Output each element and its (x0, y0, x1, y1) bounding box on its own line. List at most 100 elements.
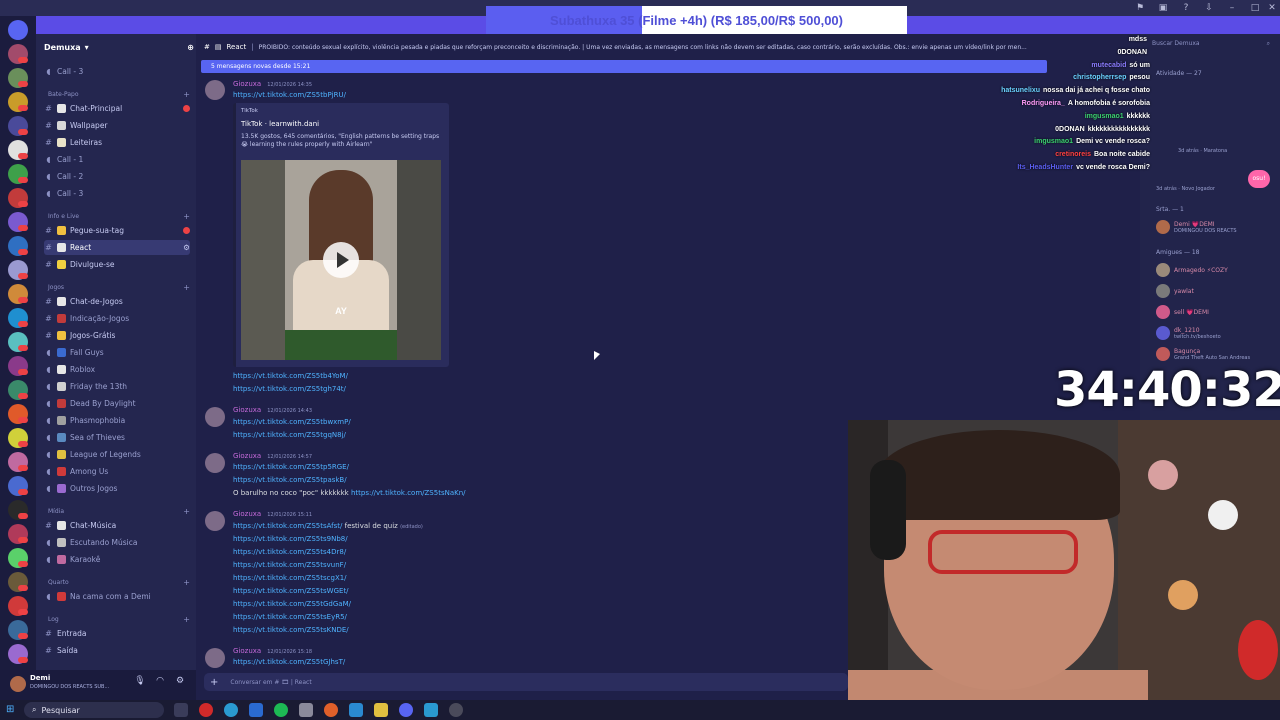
play-icon[interactable] (323, 242, 359, 278)
server-icon[interactable] (8, 212, 28, 232)
task-view-icon[interactable] (174, 703, 188, 717)
discord-icon[interactable] (399, 703, 413, 717)
folder-icon[interactable] (374, 703, 388, 717)
voice-channel[interactable]: ◖ Among Us (44, 464, 190, 479)
text-channel[interactable]: # Divulgue-se (44, 257, 190, 272)
server-icon[interactable] (8, 236, 28, 256)
text-channel[interactable]: # Entrada (44, 626, 190, 641)
member-item[interactable]: Demi 💗DEMI DOMINGOU DOS REACTS (1156, 219, 1274, 235)
taskbar-search[interactable]: ⌕ Pesquisar (24, 702, 164, 718)
add-channel-icon[interactable]: + (183, 90, 190, 99)
server-icon[interactable] (8, 572, 28, 592)
pin-icon[interactable]: ⚑ (1134, 2, 1146, 14)
opera-icon[interactable] (199, 703, 213, 717)
settings-icon[interactable]: ⚙ (174, 676, 186, 688)
inbox-icon[interactable]: ▣ (1157, 2, 1169, 14)
server-icon[interactable] (8, 620, 28, 640)
close-icon[interactable]: ✕ (1266, 2, 1278, 14)
new-messages-banner[interactable]: 5 mensagens novas desde 15:21 (201, 60, 1047, 73)
voice-channel[interactable]: ◖ Call - 3 (44, 186, 190, 201)
text-channel[interactable]: # Pegue-sua-tag (44, 223, 190, 238)
category-header[interactable]: Info e Live + (48, 211, 190, 221)
obs-icon[interactable] (449, 703, 463, 717)
mic-icon[interactable]: 🎙 (134, 676, 146, 688)
server-icon[interactable] (8, 476, 28, 496)
app-icon[interactable] (249, 703, 263, 717)
server-icon[interactable] (8, 524, 28, 544)
app-icon[interactable] (299, 703, 313, 717)
message-link[interactable]: https://vt.tiktok.com/ZS5ts9Nb8/ (233, 535, 348, 543)
add-channel-icon[interactable]: + (183, 615, 190, 624)
voice-channel[interactable]: ◖ Escutando Música (44, 535, 190, 550)
add-channel-icon[interactable]: + (183, 578, 190, 587)
server-icon[interactable] (8, 500, 28, 520)
avatar[interactable] (205, 453, 225, 473)
message-link[interactable]: https://vt.tiktok.com/ZS5tsNaKn/ (351, 489, 466, 497)
text-channel[interactable]: # Jogos-Grátis (44, 328, 190, 343)
message-link[interactable]: https://vt.tiktok.com/ZS5tb4YoM/ (233, 372, 348, 380)
member-item[interactable]: Armagedo ⚡COZY (1156, 262, 1274, 278)
server-icon[interactable] (8, 284, 28, 304)
headphones-icon[interactable]: ◠ (154, 676, 166, 688)
search-input[interactable]: Buscar Demuxa ⌕ (1152, 40, 1274, 53)
message-input[interactable]: + Conversar em # 🎞 | React (204, 673, 848, 691)
category-header[interactable]: Mídia + (48, 506, 190, 516)
voice-channel[interactable]: ◖ Sea of Thieves (44, 430, 190, 445)
firefox-icon[interactable] (324, 703, 338, 717)
member-item[interactable]: sell 💗DEMI (1156, 304, 1274, 320)
server-icon[interactable] (8, 44, 28, 64)
avatar[interactable] (205, 648, 225, 668)
category-header[interactable]: Log + (48, 614, 190, 624)
help-icon[interactable]: ? (1180, 2, 1192, 14)
server-icon[interactable] (8, 380, 28, 400)
minimize-icon[interactable]: – (1226, 2, 1238, 14)
text-channel[interactable]: # Chat-Música (44, 518, 190, 533)
server-icon[interactable] (8, 92, 28, 112)
avatar[interactable] (205, 511, 225, 531)
voice-channel[interactable]: ◖ Call - 2 (44, 169, 190, 184)
member-item[interactable]: yawlat (1156, 283, 1274, 299)
voice-channel[interactable]: ◖ League of Legends (44, 447, 190, 462)
server-icon[interactable] (8, 548, 28, 568)
text-channel[interactable]: # Chat-de-Jogos (44, 294, 190, 309)
server-icon[interactable] (8, 428, 28, 448)
server-icon[interactable] (8, 356, 28, 376)
voice-channel[interactable]: ◖ Karaokê (44, 552, 190, 567)
message-link[interactable]: https://vt.tiktok.com/ZS5ts4Dr8/ (233, 548, 346, 556)
message-link[interactable]: https://vt.tiktok.com/ZS5tsAfst/ (233, 522, 342, 530)
osu-badge[interactable]: osu! (1248, 170, 1270, 188)
message-link[interactable]: https://vt.tiktok.com/ZS5tp5RGE/ (233, 463, 349, 471)
app-icon[interactable] (349, 703, 363, 717)
add-channel-icon[interactable]: + (183, 507, 190, 516)
message-link[interactable]: https://vt.tiktok.com/ZS5tsEyR5/ (233, 613, 347, 621)
message-link[interactable]: https://vt.tiktok.com/ZS5tsvunF/ (233, 561, 346, 569)
voice-channel[interactable]: ◖ Friday the 13th (44, 379, 190, 394)
home-icon[interactable] (8, 20, 28, 40)
message-author[interactable]: Giozuxa 12/01/2026 15:18 (233, 647, 312, 655)
server-icon[interactable] (8, 332, 28, 352)
member-item[interactable]: Bagunça Grand Theft Auto San Andreas (1156, 346, 1274, 362)
server-icon[interactable] (8, 260, 28, 280)
add-channel-icon[interactable]: + (183, 212, 190, 221)
message-author[interactable]: Giozuxa 12/01/2026 14:57 (233, 452, 312, 460)
message-author[interactable]: Giozuxa 12/01/2026 14:35 (233, 80, 312, 88)
add-channel-icon[interactable]: + (183, 283, 190, 292)
add-attachment-icon[interactable]: + (210, 677, 218, 688)
message-author[interactable]: Giozuxa 12/01/2026 15:11 (233, 510, 312, 518)
message-link[interactable]: https://vt.tiktok.com/ZS5tsWGEt/ (233, 587, 349, 595)
gear-icon[interactable]: ⚙ (183, 243, 190, 252)
avatar[interactable] (10, 676, 26, 692)
text-channel[interactable]: # Chat-Principal (44, 101, 190, 116)
server-icon[interactable] (8, 164, 28, 184)
message-link[interactable]: https://vt.tiktok.com/ZS5tgqN8j/ (233, 431, 346, 439)
server-icon[interactable] (8, 308, 28, 328)
message-link[interactable]: https://vt.tiktok.com/ZS5tscgX1/ (233, 574, 347, 582)
avatar[interactable] (205, 407, 225, 427)
voice-channel[interactable]: ◖ Call - 1 (44, 152, 190, 167)
message-link[interactable]: https://vt.tiktok.com/ZS5tpaskB/ (233, 476, 347, 484)
voice-channel[interactable]: ◖ Call - 3 (44, 64, 190, 79)
voice-channel[interactable]: ◖ Phasmophobia (44, 413, 190, 428)
server-icon[interactable] (8, 644, 28, 664)
text-channel[interactable]: # Indicação-Jogos (44, 311, 190, 326)
embed-title[interactable]: TikTok · learnwith.dani (241, 120, 319, 128)
